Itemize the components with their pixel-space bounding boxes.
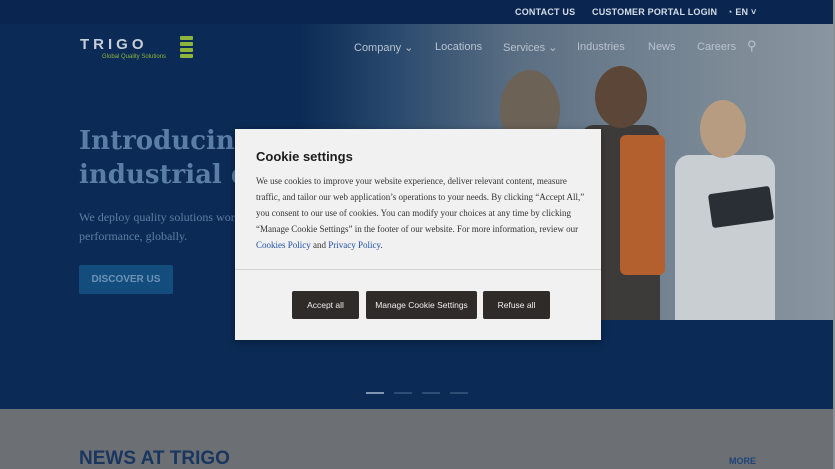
manage-cookie-settings-button[interactable]: Manage Cookie Settings (366, 291, 477, 319)
nav-industries[interactable]: Industries (577, 41, 625, 53)
dialog-divider (235, 269, 601, 270)
carousel-indicators (366, 381, 478, 399)
logo-tagline: Global Quality Solutions (102, 54, 167, 60)
utility-bar: CONTACT US CUSTOMER PORTAL LOGIN ◔ EN ˅ (0, 0, 835, 24)
customer-portal-link[interactable]: CUSTOMER PORTAL LOGIN (592, 7, 717, 17)
carousel-dot[interactable] (450, 392, 468, 394)
discover-us-button[interactable]: DISCOVER US (79, 265, 173, 294)
chevron-down-icon: ⌄ (404, 42, 414, 54)
hero-photo-vest (620, 135, 665, 275)
hero-photo-person (700, 100, 746, 158)
carousel-dot[interactable] (422, 392, 440, 394)
nav-locations[interactable]: Locations (435, 41, 482, 53)
cookie-body-period: . (380, 240, 383, 250)
nav-company[interactable]: Company ⌄ (354, 41, 413, 54)
cookie-dialog: Cookie settings We use cookies to improv… (235, 129, 601, 340)
cookies-policy-link[interactable]: Cookies Policy (256, 240, 311, 250)
chevron-down-icon: ⌄ (548, 42, 558, 54)
nav-company-label: Company (354, 42, 402, 54)
privacy-policy-link[interactable]: Privacy Policy (328, 240, 380, 250)
cookie-dialog-body: We use cookies to improve your website e… (256, 173, 586, 253)
logo-mark-icon (180, 36, 193, 58)
contact-us-link[interactable]: CONTACT US (515, 7, 575, 17)
hero-photo-person (675, 155, 775, 320)
hero-photo-person (595, 66, 647, 128)
logo-word: TRIGO (80, 36, 148, 53)
nav-services[interactable]: Services ⌄ (503, 41, 557, 54)
search-icon[interactable]: ⚲ (747, 38, 757, 54)
accept-all-button[interactable]: Accept all (292, 291, 359, 319)
language-selector[interactable]: ◔ EN ˅ (727, 7, 756, 17)
trigo-logo[interactable]: TRIGO Global Quality Solutions (80, 36, 193, 60)
news-section: NEWS AT TRIGO MORE (0, 409, 835, 469)
carousel-dot[interactable] (394, 392, 412, 394)
news-title: NEWS AT TRIGO (79, 448, 230, 469)
language-label: EN (735, 7, 749, 17)
cookie-dialog-title: Cookie settings (256, 149, 353, 164)
refuse-all-button[interactable]: Refuse all (483, 291, 550, 319)
nav-services-label: Services (503, 42, 546, 54)
nav-careers[interactable]: Careers (697, 41, 736, 53)
more-link[interactable]: MORE (729, 456, 756, 466)
page: CONTACT US CUSTOMER PORTAL LOGIN ◔ EN ˅ … (0, 0, 835, 469)
cookie-body-text: We use cookies to improve your website e… (256, 176, 585, 234)
globe-icon: ◔ (727, 7, 733, 17)
carousel-dot[interactable] (366, 392, 384, 394)
chevron-down-icon: ˅ (750, 7, 757, 17)
cookie-body-and: and (313, 240, 327, 250)
nav-news[interactable]: News (648, 41, 676, 53)
